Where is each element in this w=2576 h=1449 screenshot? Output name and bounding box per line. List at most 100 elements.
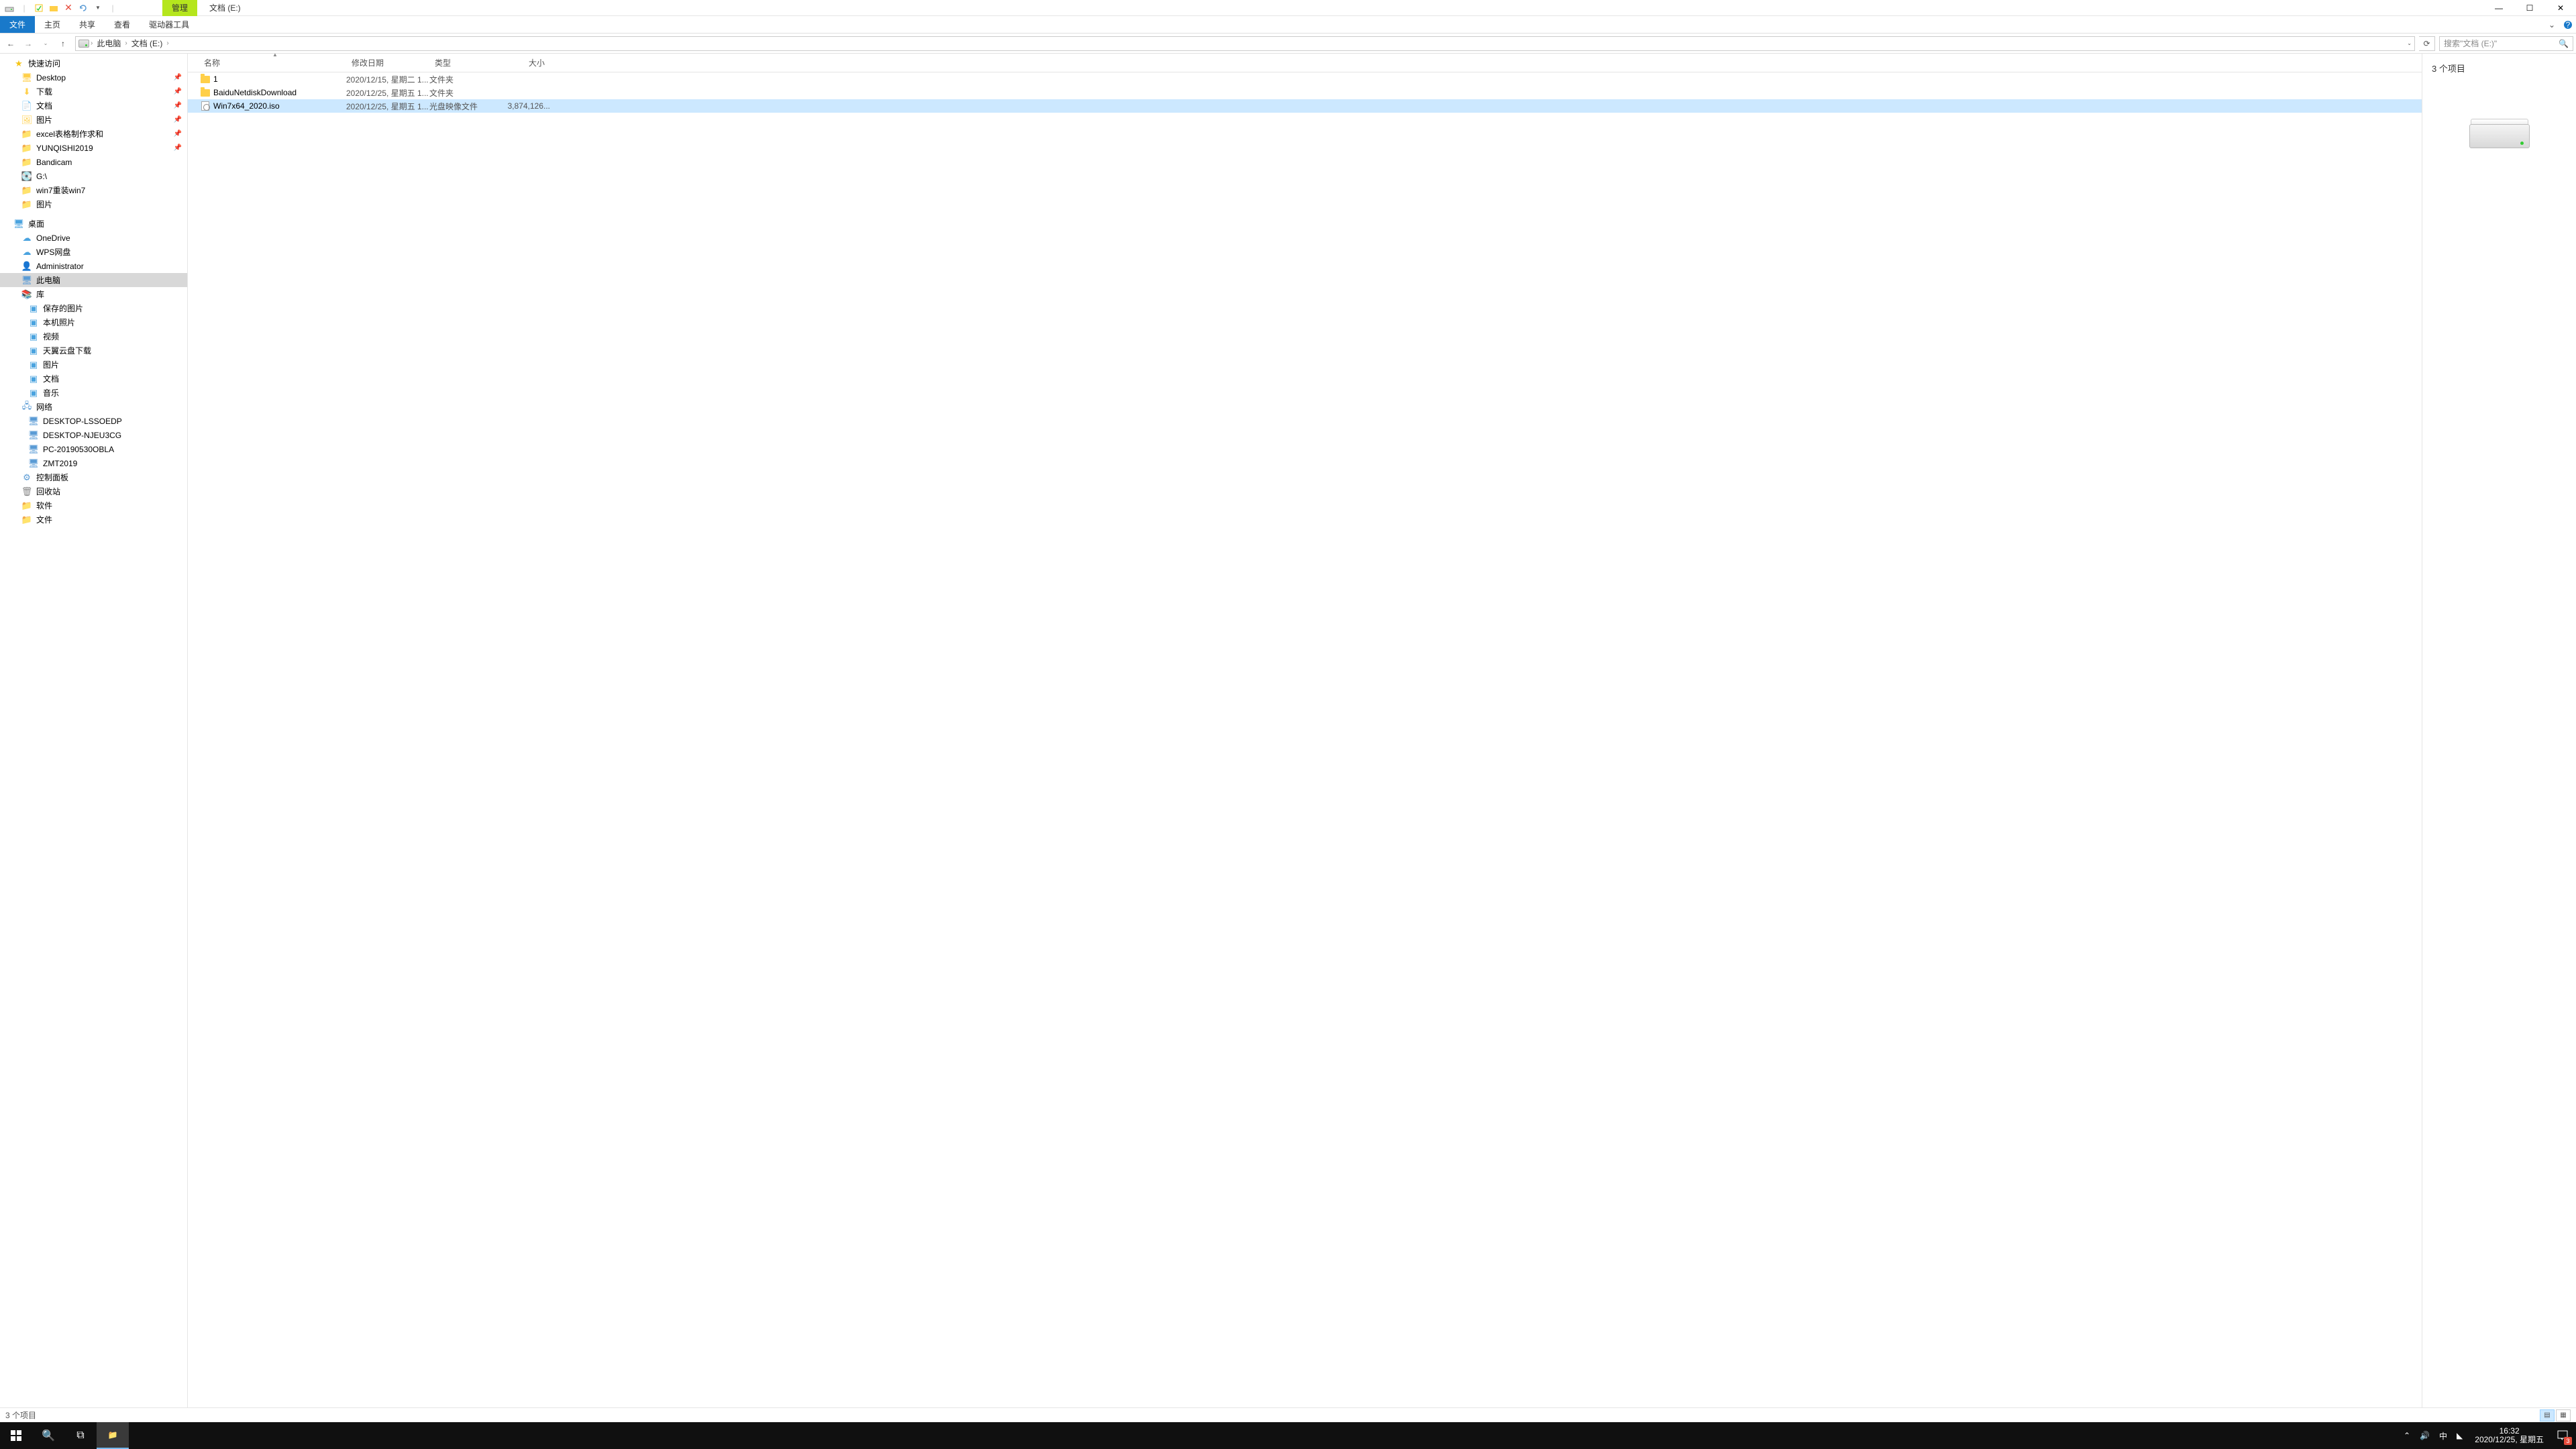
tree-library-item[interactable]: ▣音乐	[0, 386, 187, 400]
ribbon-expand-icon[interactable]: ⌄	[2544, 16, 2560, 33]
tree-admin[interactable]: 👤Administrator	[0, 259, 187, 273]
system-tray[interactable]: ⌃ 🔊 中 ◣	[2397, 1422, 2469, 1449]
breadcrumb-sep[interactable]: ›	[166, 40, 168, 47]
qat-separator: |	[19, 3, 30, 13]
undo-icon[interactable]	[78, 3, 89, 13]
tree-library-item[interactable]: ▣文档	[0, 372, 187, 386]
tree-wps[interactable]: ☁WPS网盘	[0, 245, 187, 259]
ribbon-tab-drive-tools[interactable]: 驱动器工具	[140, 16, 199, 33]
task-view-button[interactable]: ⧉	[64, 1422, 97, 1449]
file-row[interactable]: Win7x64_2020.iso2020/12/25, 星期五 1...光盘映像…	[188, 99, 2422, 113]
minimize-button[interactable]: —	[2483, 0, 2514, 16]
quick-access-toolbar: | ✕ ▼ |	[0, 3, 122, 13]
user-icon: 👤	[21, 261, 32, 272]
tree-library-item[interactable]: ▣视频	[0, 329, 187, 343]
qat-separator-2: |	[107, 3, 118, 13]
file-list[interactable]: 名称▲ 修改日期 类型 大小 12020/12/15, 星期二 1...文件夹B…	[188, 54, 2422, 1407]
refresh-button[interactable]: ⟳	[2419, 36, 2435, 51]
up-button[interactable]: ↑	[55, 36, 71, 52]
tree-quick-access[interactable]: ★快速访问	[0, 56, 187, 70]
star-icon: ★	[13, 58, 24, 69]
tree-quick-item[interactable]: ⬇下载📌	[0, 85, 187, 99]
breadcrumb-sep[interactable]: ›	[125, 40, 127, 47]
tree-label: 此电脑	[36, 274, 60, 286]
manage-context-tab[interactable]: 管理	[162, 0, 197, 16]
tree-control-panel[interactable]: ⚙控制面板	[0, 470, 187, 484]
start-button[interactable]	[0, 1422, 32, 1449]
action-center-button[interactable]: 3	[2549, 1422, 2576, 1449]
ribbon-tab-share[interactable]: 共享	[70, 16, 105, 33]
search-icon[interactable]: 🔍	[2559, 39, 2569, 48]
tree-library-item[interactable]: ▣本机照片	[0, 315, 187, 329]
ribbon-tab-file[interactable]: 文件	[0, 16, 35, 33]
column-size[interactable]: 大小	[496, 57, 550, 68]
tree-quick-item[interactable]: 📁win7重装win7	[0, 183, 187, 197]
tree-network-item[interactable]: 🖥DESKTOP-LSSOEDP	[0, 414, 187, 428]
tree-quick-item[interactable]: 📁YUNQISHI2019📌	[0, 141, 187, 155]
tree-libraries[interactable]: 📚库	[0, 287, 187, 301]
tree-network[interactable]: 🖧网络	[0, 400, 187, 414]
tree-desktop-root[interactable]: 🖥桌面	[0, 217, 187, 231]
tree-this-pc[interactable]: 🖥此电脑	[0, 273, 187, 287]
search-placeholder: 搜索"文档 (E:)"	[2444, 38, 2497, 49]
tree-network-item[interactable]: 🖥PC-20190530OBLA	[0, 442, 187, 456]
view-large-icons-button[interactable]: ▦	[2556, 1409, 2571, 1421]
file-row[interactable]: 12020/12/15, 星期二 1...文件夹	[188, 72, 2422, 86]
ribbon-tab-view[interactable]: 查看	[105, 16, 140, 33]
help-icon[interactable]: ?	[2560, 16, 2576, 33]
tree-files[interactable]: 📁文件	[0, 513, 187, 527]
tray-overflow-icon[interactable]: ⌃	[2404, 1431, 2410, 1440]
forward-button[interactable]: →	[20, 36, 36, 52]
back-button[interactable]: ←	[3, 36, 19, 52]
taskbar-clock[interactable]: 16:32 2020/12/25, 星期五	[2469, 1422, 2549, 1449]
delete-icon[interactable]: ✕	[63, 3, 74, 13]
tree-library-item[interactable]: ▣图片	[0, 358, 187, 372]
tray-app-icon[interactable]: ◣	[2457, 1431, 2463, 1440]
main-area: 名称▲ 修改日期 类型 大小 12020/12/15, 星期二 1...文件夹B…	[188, 54, 2576, 1407]
view-details-button[interactable]: ▤	[2540, 1409, 2555, 1421]
tree-label: 音乐	[43, 387, 59, 398]
tree-onedrive[interactable]: ☁OneDrive	[0, 231, 187, 245]
column-name[interactable]: 名称▲	[199, 57, 346, 68]
close-button[interactable]: ✕	[2545, 0, 2576, 16]
tree-quick-item[interactable]: 📁Bandicam	[0, 155, 187, 169]
new-folder-icon[interactable]	[48, 3, 59, 13]
recent-dropdown-icon[interactable]: ⌄	[38, 36, 54, 52]
tree-quick-item[interactable]: 🖥Desktop📌	[0, 70, 187, 85]
ribbon-tab-home[interactable]: 主页	[35, 16, 70, 33]
maximize-button[interactable]: ☐	[2514, 0, 2545, 16]
tree-quick-item[interactable]: 📁图片	[0, 197, 187, 211]
tree-network-item[interactable]: 🖥ZMT2019	[0, 456, 187, 470]
tree-label: 图片	[36, 114, 52, 125]
file-row[interactable]: BaiduNetdiskDownload2020/12/25, 星期五 1...…	[188, 86, 2422, 99]
taskbar[interactable]: 🔍 ⧉ 📁 ⌃ 🔊 中 ◣ 16:32 2020/12/25, 星期五 3	[0, 1422, 2576, 1449]
tree-library-item[interactable]: ▣天翼云盘下载	[0, 343, 187, 358]
volume-icon[interactable]: 🔊	[2420, 1431, 2430, 1440]
navigation-pane[interactable]: ★快速访问 🖥Desktop📌⬇下载📌📄文档📌🖼图片📌📁excel表格制作求和📌…	[0, 54, 188, 1407]
address-bar[interactable]: › 此电脑 › 文档 (E:) › ⌄	[75, 36, 2415, 51]
address-dropdown-icon[interactable]: ⌄	[2407, 40, 2412, 46]
tree-label: Desktop	[36, 73, 66, 83]
tree-quick-item[interactable]: 📁excel表格制作求和📌	[0, 127, 187, 141]
breadcrumb-sep[interactable]: ›	[91, 40, 93, 47]
search-box[interactable]: 搜索"文档 (E:)" 🔍	[2439, 36, 2573, 51]
tree-quick-item[interactable]: 📄文档📌	[0, 99, 187, 113]
column-date[interactable]: 修改日期	[346, 57, 429, 68]
breadcrumb-drive[interactable]: 文档 (E:)	[129, 38, 166, 49]
tree-quick-item[interactable]: 💽G:\	[0, 169, 187, 183]
qat-dropdown-icon[interactable]: ▼	[93, 3, 103, 13]
taskbar-explorer-button[interactable]: 📁	[97, 1422, 129, 1449]
tree-recycle-bin[interactable]: 🗑回收站	[0, 484, 187, 498]
tree-label: 视频	[43, 331, 59, 342]
column-type[interactable]: 类型	[429, 57, 496, 68]
tree-network-item[interactable]: 🖥DESKTOP-NJEU3CG	[0, 428, 187, 442]
properties-icon[interactable]	[34, 3, 44, 13]
tree-software[interactable]: 📁软件	[0, 498, 187, 513]
ime-indicator[interactable]: 中	[2439, 1430, 2447, 1442]
breadcrumb-pc[interactable]: 此电脑	[94, 38, 123, 49]
svg-text:?: ?	[2566, 20, 2571, 30]
tree-quick-item[interactable]: 🖼图片📌	[0, 113, 187, 127]
taskbar-search-button[interactable]: 🔍	[32, 1422, 64, 1449]
tree-library-item[interactable]: ▣保存的图片	[0, 301, 187, 315]
drive-preview-icon	[2469, 115, 2530, 148]
